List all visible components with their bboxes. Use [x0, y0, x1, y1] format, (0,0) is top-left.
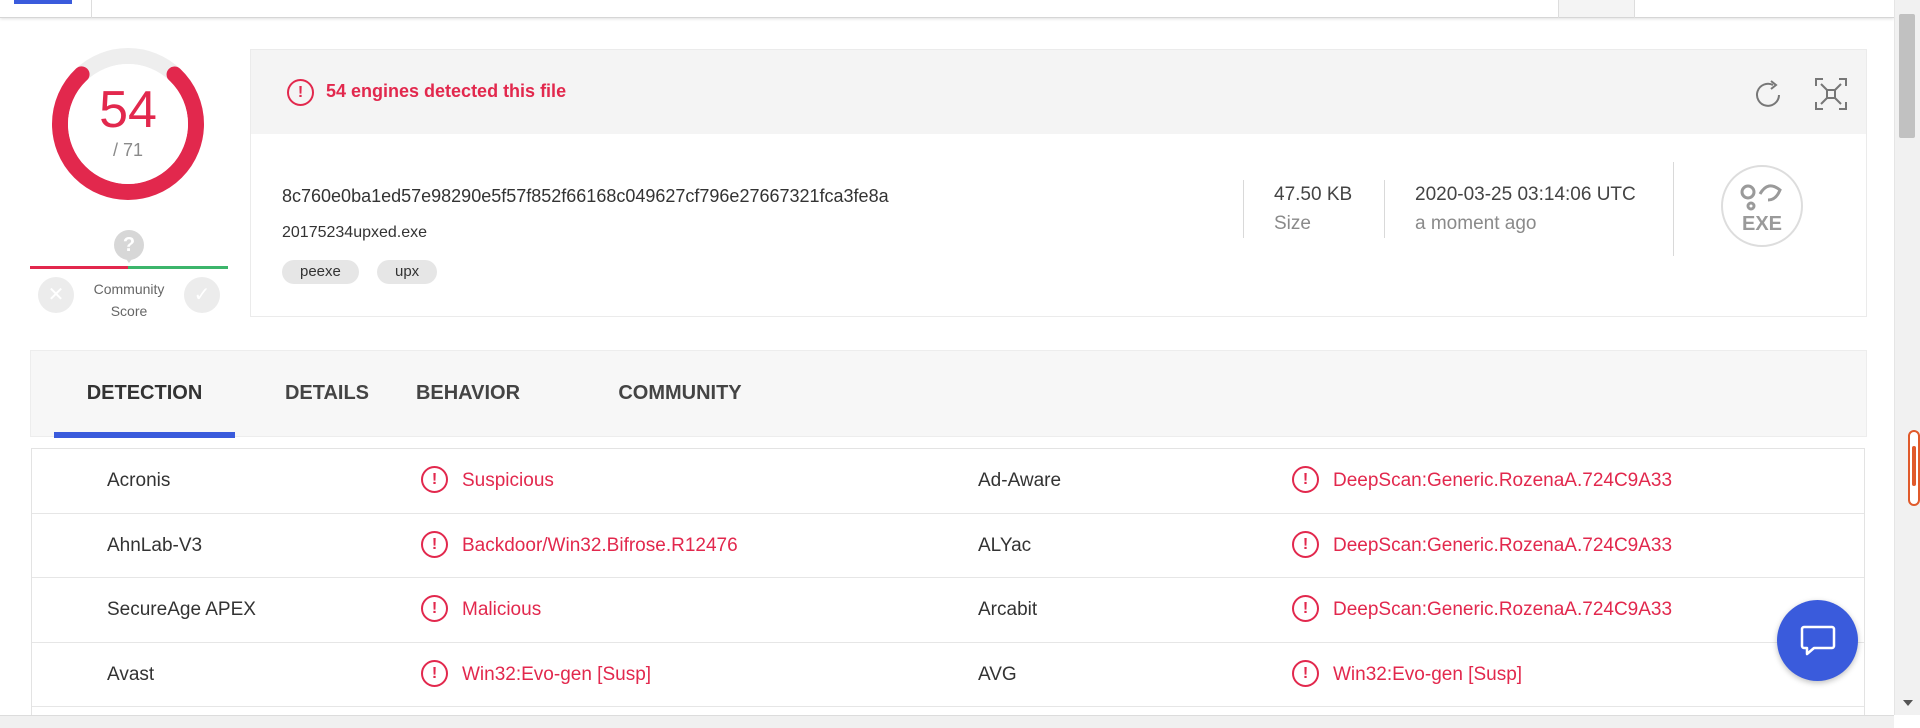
table-row: Avast ! Win32:Evo-gen [Susp] AVG ! Win32…	[32, 643, 1864, 707]
top-navigation-bar	[0, 0, 1894, 18]
alert-icon: !	[421, 530, 448, 558]
engine-name: AVG	[978, 663, 1017, 685]
community-bar-negative	[30, 266, 128, 269]
detection-result: Win32:Evo-gen [Susp]	[462, 663, 652, 685]
top-bar-button[interactable]	[1559, 0, 1634, 17]
alert-icon: !	[287, 79, 314, 106]
detection-result: DeepScan:Generic.RozenaA.724C9A33	[1333, 599, 1673, 620]
nav-divider	[1558, 0, 1559, 18]
alert-icon: !	[1292, 466, 1319, 493]
detection-result: Win32:Evo-gen [Susp]	[1333, 663, 1523, 685]
detection-result: Suspicious	[462, 470, 554, 491]
file-size-value: 47.50 KB	[1274, 184, 1353, 205]
divider	[1243, 180, 1244, 238]
community-score-label: Community Score	[80, 278, 178, 322]
file-summary-card: ! 54 engines detected this file 8c760e0b…	[250, 49, 1867, 317]
nav-divider	[1634, 0, 1635, 18]
detection-table: Acronis ! Suspicious Ad-Aware ! DeepScan…	[31, 448, 1865, 721]
alert-icon: !	[421, 659, 448, 687]
vote-harmless-icon[interactable]: ✓	[184, 277, 220, 313]
file-hash[interactable]: 8c760e0ba1ed57e98290e5f57f852f66168c0496…	[282, 186, 889, 207]
engine-name: Ad-Aware	[978, 470, 1062, 491]
scan-date-value: 2020-03-25 03:14:06 UTC	[1415, 184, 1636, 205]
alert-icon: !	[1292, 659, 1319, 687]
engine-name: ALYac	[978, 534, 1032, 556]
engine-name: Avast	[107, 663, 155, 685]
refresh-icon[interactable]	[1753, 80, 1785, 110]
engine-name: AhnLab-V3	[107, 534, 203, 556]
tag-upx[interactable]: upx	[377, 260, 438, 284]
alert-icon: !	[1292, 530, 1319, 558]
community-score: ? ✕ Community Score ✓	[30, 228, 228, 320]
report-tabs: DETECTION DETAILS BEHAVIOR COMMUNITY	[30, 350, 1867, 438]
tab-label: BEHAVIOR	[415, 382, 521, 404]
active-tab-indicator	[54, 432, 235, 438]
exe-icon-label: EXE	[1742, 213, 1782, 235]
tag-peexe[interactable]: peexe	[282, 260, 359, 284]
table-row: Acronis ! Suspicious Ad-Aware ! DeepScan…	[32, 449, 1864, 514]
table-row: AhnLab-V3 ! Backdoor/Win32.Bifrose.R1247…	[32, 514, 1864, 578]
page-scrollbar[interactable]	[1894, 0, 1920, 715]
detection-result: DeepScan:Generic.RozenaA.724C9A33	[1333, 470, 1673, 491]
question-icon-tail	[124, 256, 134, 263]
detection-count: 54	[99, 81, 157, 139]
scrollbar-thumb[interactable]	[1899, 14, 1915, 138]
vote-harmful-icon[interactable]: ✕	[38, 277, 74, 313]
detection-result: Backdoor/Win32.Bifrose.R12476	[462, 534, 738, 556]
community-label-line1: Community	[93, 281, 165, 297]
collapse-icon[interactable]	[1813, 76, 1849, 112]
bottom-status-bar	[0, 715, 1894, 728]
tab-label: DETAILS	[284, 382, 370, 404]
tab-label: COMMUNITY	[618, 382, 742, 404]
file-name: 20175234upxed.exe	[282, 224, 428, 241]
alert-icon: !	[421, 466, 448, 493]
chat-button[interactable]	[1777, 600, 1858, 681]
alert-icon: !	[421, 595, 448, 622]
detection-result: Malicious	[462, 599, 542, 620]
detection-score-gauge: 54 / 71	[52, 48, 204, 200]
alert-icon: !	[1292, 595, 1319, 622]
divider	[1384, 180, 1385, 238]
community-bar-positive	[128, 266, 228, 269]
detection-header: ! 54 engines detected this file	[251, 50, 1866, 134]
scan-date-relative: a moment ago	[1415, 213, 1537, 234]
tab-behavior[interactable]: BEHAVIOR	[405, 351, 531, 438]
total-engines: / 71	[112, 140, 144, 160]
detection-result: DeepScan:Generic.RozenaA.724C9A33	[1333, 534, 1673, 556]
engine-name: Arcabit	[978, 599, 1038, 620]
tab-label: DETECTION	[86, 382, 203, 404]
chat-icon	[1800, 625, 1836, 656]
file-size-label: Size	[1274, 213, 1311, 234]
engine-name: Acronis	[107, 470, 171, 491]
tab-detection[interactable]: DETECTION	[54, 351, 235, 438]
community-label-line2: Score	[110, 303, 148, 319]
engine-name: SecureAge APEX	[107, 599, 256, 620]
tab-details[interactable]: DETAILS	[265, 351, 389, 438]
detection-summary: 54 engines detected this file	[326, 81, 567, 101]
table-row: SecureAge APEX ! Malicious Arcabit ! Dee…	[32, 578, 1864, 643]
exe-file-type-icon: EXE	[1721, 165, 1803, 247]
scroll-down-arrow-icon[interactable]	[1903, 700, 1913, 706]
nav-divider	[91, 0, 92, 18]
active-nav-indicator	[14, 0, 72, 4]
scroll-indicator	[1908, 430, 1920, 506]
divider	[1673, 162, 1674, 256]
tab-community[interactable]: COMMUNITY	[595, 351, 765, 438]
